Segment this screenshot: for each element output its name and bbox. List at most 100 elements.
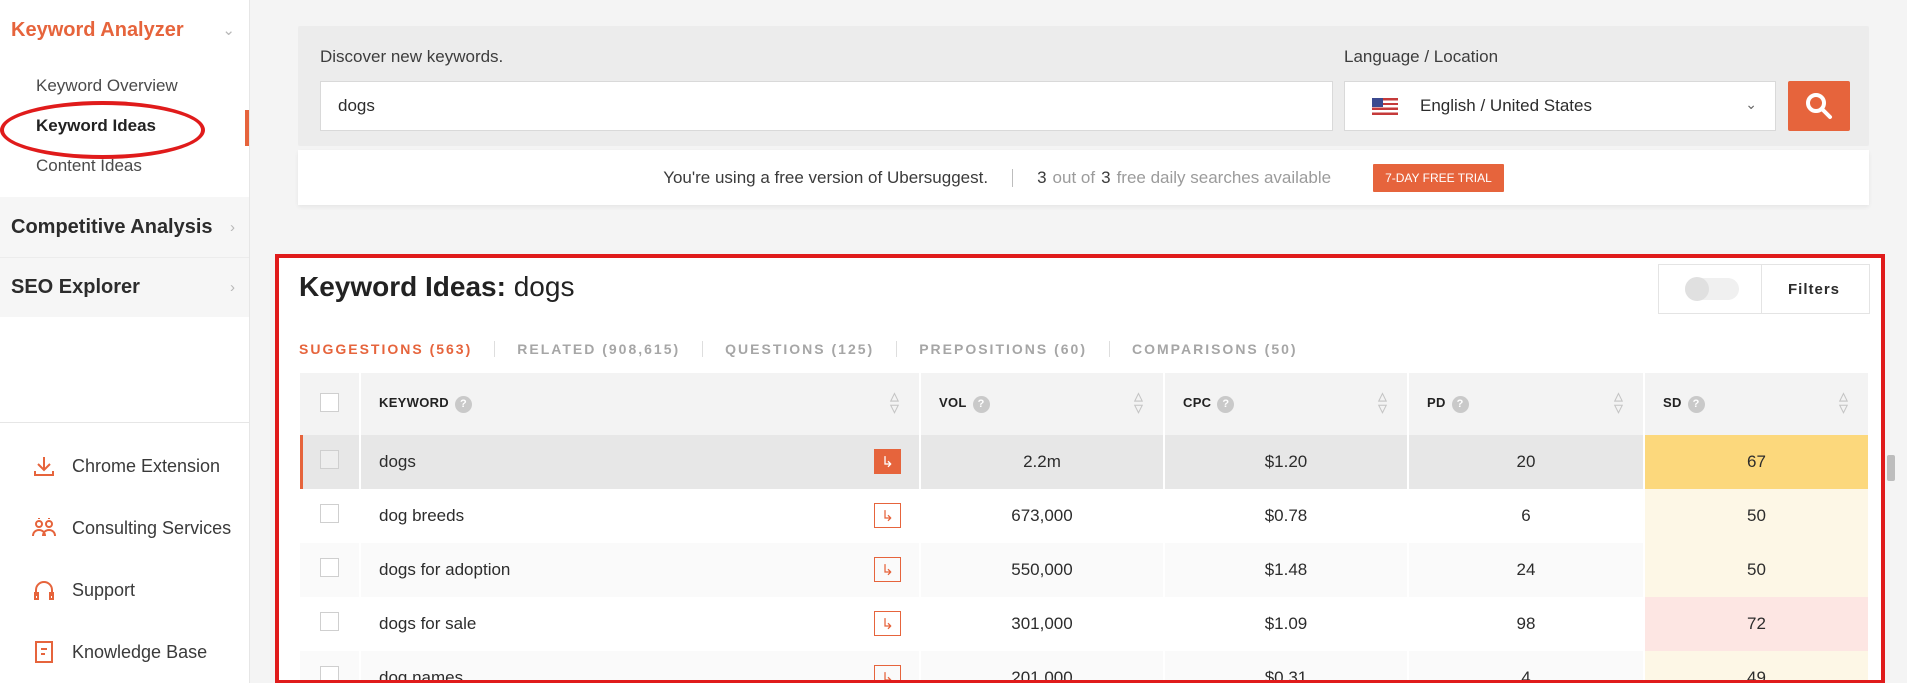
- discover-label: Discover new keywords.: [320, 47, 504, 66]
- tab-suggestions[interactable]: SUGGESTIONS (563): [299, 341, 494, 357]
- divider: [1761, 264, 1762, 314]
- table-header: KEYWORD? △ ▽ VOL? △ ▽ CPC? △ ▽ PD? △ ▽ SD? △…: [300, 373, 1870, 435]
- row-checkbox[interactable]: [320, 666, 339, 683]
- help-icon[interactable]: ?: [1451, 395, 1469, 413]
- keyword-text[interactable]: dog names: [379, 668, 463, 683]
- sidebar-tool-knowledge-base[interactable]: Knowledge Base: [0, 621, 249, 683]
- column-header-label: SD: [1663, 395, 1682, 411]
- row-checkbox[interactable]: [320, 450, 339, 469]
- table-row[interactable]: dogs ↳ 2.2m $1.20 20 67: [300, 435, 1870, 489]
- searches-total: 3: [1101, 167, 1111, 187]
- vol-cell: 2.2m: [920, 435, 1165, 489]
- sort-icon[interactable]: △ ▽: [1614, 391, 1623, 415]
- chevron-right-icon: ›: [230, 218, 235, 236]
- filters-button[interactable]: Filters: [1788, 281, 1840, 298]
- sidebar-item-label: Content Ideas: [36, 156, 142, 175]
- keyword-cell: dogs for adoption ↳: [360, 543, 921, 597]
- search-button[interactable]: [1788, 81, 1850, 131]
- open-arrow-icon[interactable]: ↳: [874, 503, 901, 528]
- table-row[interactable]: dog breeds ↳ 673,000 $0.78 6 50: [300, 489, 1870, 543]
- tab-comparisons[interactable]: COMPARISONS (50): [1109, 341, 1320, 357]
- help-icon[interactable]: ?: [972, 395, 990, 413]
- tab-related[interactable]: RELATED (908,615): [494, 341, 702, 357]
- table-row[interactable]: dogs for adoption ↳ 550,000 $1.48 24 50: [300, 543, 1870, 597]
- open-arrow-icon[interactable]: ↳: [874, 449, 901, 474]
- sidebar-tool-support[interactable]: Support: [0, 559, 249, 621]
- free-trial-button[interactable]: 7-DAY FREE TRIAL: [1373, 163, 1504, 192]
- cpc-cell: $0.78: [1164, 489, 1409, 543]
- column-header-keyword[interactable]: KEYWORD? △ ▽: [360, 373, 921, 435]
- keyword-table: KEYWORD? △ ▽ VOL? △ ▽ CPC? △ ▽ PD? △ ▽ SD? △…: [300, 373, 1870, 683]
- row-checkbox[interactable]: [320, 504, 339, 523]
- help-icon[interactable]: ?: [1217, 395, 1235, 413]
- language-select[interactable]: English / United States ⌄: [1344, 81, 1776, 131]
- tab-prepositions[interactable]: PREPOSITIONS (60): [896, 341, 1109, 357]
- keyword-text[interactable]: dogs for adoption: [379, 560, 510, 579]
- row-checkbox-cell: [300, 543, 361, 597]
- table-row[interactable]: dog names ↳ 201,000 $0.31 4 49: [300, 651, 1870, 683]
- sidebar-item-label: Keyword Overview: [36, 76, 178, 95]
- keyword-cell: dog names ↳: [360, 651, 921, 683]
- column-header-pd[interactable]: PD? △ ▽: [1408, 373, 1645, 435]
- row-checkbox-cell: [300, 489, 361, 543]
- sidebar-item-keyword-ideas[interactable]: Keyword Ideas: [0, 106, 249, 146]
- column-header-label: CPC: [1183, 395, 1212, 411]
- sidebar-section-label: Competitive Analysis: [11, 215, 213, 238]
- pd-cell: 20: [1408, 435, 1645, 489]
- sidebar-tool-chrome-extension[interactable]: Chrome Extension: [0, 435, 249, 497]
- language-label: Language / Location: [1344, 47, 1499, 66]
- sidebar-item-keyword-overview[interactable]: Keyword Overview: [0, 66, 249, 106]
- sidebar-tool-label: Support: [72, 579, 136, 600]
- vol-cell: 301,000: [920, 597, 1165, 651]
- keyword-text[interactable]: dogs: [379, 452, 416, 471]
- searches-available-text: free daily searches available: [1116, 167, 1332, 187]
- column-header-sd[interactable]: SD? △ ▽: [1644, 373, 1870, 435]
- page-title-label: Keyword Ideas:: [299, 271, 506, 302]
- column-header-label: PD: [1427, 395, 1446, 411]
- sidebar-item-content-ideas[interactable]: Content Ideas: [0, 146, 249, 186]
- search-icon: [1806, 93, 1832, 119]
- sidebar-section-label: SEO Explorer: [11, 276, 140, 298]
- cpc-cell: $0.31: [1164, 651, 1409, 683]
- column-header-cpc[interactable]: CPC? △ ▽: [1164, 373, 1409, 435]
- sidebar-section-seo-explorer[interactable]: SEO Explorer ›: [0, 257, 249, 317]
- sidebar-tool-consulting-services[interactable]: Consulting Services: [0, 497, 249, 559]
- scrollbar[interactable]: [1887, 455, 1895, 481]
- tab-questions[interactable]: QUESTIONS (125): [702, 341, 896, 357]
- sidebar-section-competitive-analysis[interactable]: Competitive Analysis ›: [0, 197, 249, 257]
- keyword-text[interactable]: dog breeds: [379, 506, 464, 525]
- table-row[interactable]: dogs for sale ↳ 301,000 $1.09 98 72: [300, 597, 1870, 651]
- row-checkbox-cell: [300, 597, 361, 651]
- vol-cell: 550,000: [920, 543, 1165, 597]
- sort-icon[interactable]: △ ▽: [1378, 391, 1387, 415]
- pd-cell: 6: [1408, 489, 1645, 543]
- sd-cell: 49: [1644, 651, 1870, 683]
- cpc-cell: $1.20: [1164, 435, 1409, 489]
- sort-icon[interactable]: △ ▽: [1839, 391, 1848, 415]
- open-arrow-icon[interactable]: ↳: [874, 557, 901, 582]
- sort-icon[interactable]: △ ▽: [890, 391, 899, 415]
- sd-cell: 50: [1644, 543, 1870, 597]
- select-all-checkbox[interactable]: [320, 393, 339, 412]
- open-arrow-icon[interactable]: ↳: [874, 611, 901, 636]
- help-icon[interactable]: ?: [455, 395, 472, 413]
- page-title: Keyword Ideas: dogs: [299, 271, 574, 303]
- pd-cell: 24: [1408, 543, 1645, 597]
- searches-out-of: out of: [1052, 167, 1096, 187]
- pd-cell: 98: [1408, 597, 1645, 651]
- keyword-input[interactable]: dogs: [320, 81, 1333, 131]
- filters-control: Filters: [1658, 264, 1870, 314]
- row-checkbox[interactable]: [320, 612, 339, 631]
- keyword-text[interactable]: dogs for sale: [379, 614, 476, 633]
- row-checkbox[interactable]: [320, 558, 339, 577]
- sidebar-section-keyword-analyzer[interactable]: Keyword Analyzer ⌄: [0, 0, 249, 60]
- help-icon[interactable]: ?: [1687, 395, 1705, 413]
- language-value: English / United States: [1420, 96, 1592, 115]
- row-checkbox-cell: [300, 435, 361, 489]
- sidebar-tools: Chrome Extension Consulting Services Sup…: [0, 422, 249, 683]
- people-icon: [30, 514, 58, 542]
- filters-toggle[interactable]: [1685, 277, 1739, 301]
- sort-icon[interactable]: △ ▽: [1134, 391, 1143, 415]
- open-arrow-icon[interactable]: ↳: [874, 665, 901, 683]
- column-header-vol[interactable]: VOL? △ ▽: [920, 373, 1165, 435]
